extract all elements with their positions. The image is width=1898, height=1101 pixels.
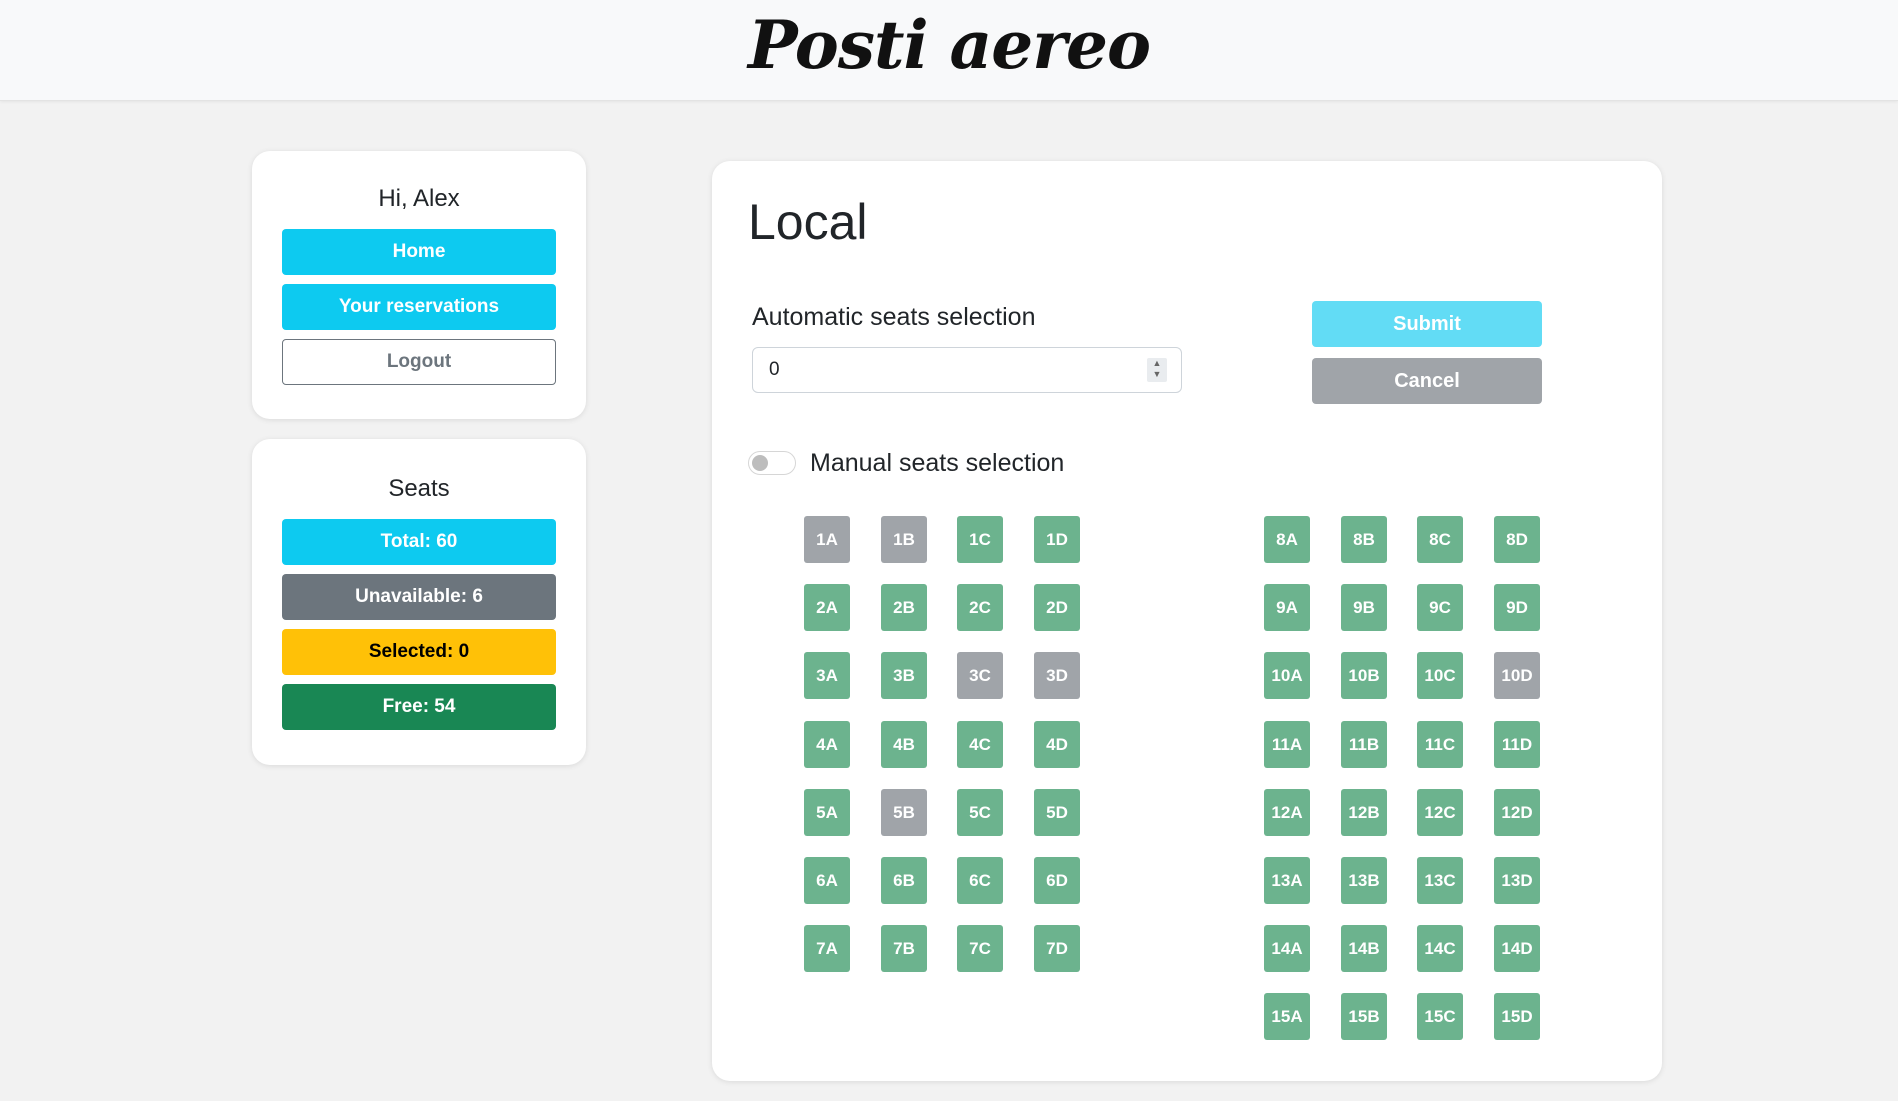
seat-8A[interactable]: 8A xyxy=(1264,516,1310,563)
seat-5D[interactable]: 5D xyxy=(1034,789,1080,836)
seat-10C[interactable]: 10C xyxy=(1417,652,1463,699)
logout-button[interactable]: Logout xyxy=(282,339,556,385)
seat-3D[interactable]: 3D xyxy=(1034,652,1080,699)
seat-6B[interactable]: 6B xyxy=(881,857,927,904)
user-panel: Hi, Alex Home Your reservations Logout xyxy=(252,151,586,419)
seat-2A[interactable]: 2A xyxy=(804,584,850,631)
seat-9C[interactable]: 9C xyxy=(1417,584,1463,631)
brand-title[interactable]: Posti aereo xyxy=(0,6,1898,84)
seat-10B[interactable]: 10B xyxy=(1341,652,1387,699)
seat-11A[interactable]: 11A xyxy=(1264,721,1310,768)
seat-11C[interactable]: 11C xyxy=(1417,721,1463,768)
seat-12C[interactable]: 12C xyxy=(1417,789,1463,836)
seat-12D[interactable]: 12D xyxy=(1494,789,1540,836)
seat-15D[interactable]: 15D xyxy=(1494,993,1540,1040)
seat-14B[interactable]: 14B xyxy=(1341,925,1387,972)
submit-button[interactable]: Submit xyxy=(1312,301,1542,347)
number-spinner-icon[interactable]: ▲ ▼ xyxy=(1147,358,1167,382)
seat-4A[interactable]: 4A xyxy=(804,721,850,768)
seat-3B[interactable]: 3B xyxy=(881,652,927,699)
seat-13D[interactable]: 13D xyxy=(1494,857,1540,904)
total-seats-badge: Total: 60 xyxy=(282,519,556,565)
manual-selection-toggle[interactable] xyxy=(748,451,796,475)
seat-5C[interactable]: 5C xyxy=(957,789,1003,836)
seat-9D[interactable]: 9D xyxy=(1494,584,1540,631)
seat-9B[interactable]: 9B xyxy=(1341,584,1387,631)
seat-3A[interactable]: 3A xyxy=(804,652,850,699)
seat-2B[interactable]: 2B xyxy=(881,584,927,631)
seat-10D[interactable]: 10D xyxy=(1494,652,1540,699)
navbar: Posti aereo xyxy=(0,0,1898,101)
seat-14D[interactable]: 14D xyxy=(1494,925,1540,972)
seat-5B[interactable]: 5B xyxy=(881,789,927,836)
seat-12B[interactable]: 12B xyxy=(1341,789,1387,836)
seat-7B[interactable]: 7B xyxy=(881,925,927,972)
seat-11D[interactable]: 11D xyxy=(1494,721,1540,768)
seat-4C[interactable]: 4C xyxy=(957,721,1003,768)
seat-14C[interactable]: 14C xyxy=(1417,925,1463,972)
seat-1D[interactable]: 1D xyxy=(1034,516,1080,563)
toggle-knob xyxy=(752,455,768,471)
seat-1C[interactable]: 1C xyxy=(957,516,1003,563)
seat-6C[interactable]: 6C xyxy=(957,857,1003,904)
seat-1B[interactable]: 1B xyxy=(881,516,927,563)
seat-7A[interactable]: 7A xyxy=(804,925,850,972)
seat-count-value: 0 xyxy=(769,359,780,380)
seat-2C[interactable]: 2C xyxy=(957,584,1003,631)
seat-5A[interactable]: 5A xyxy=(804,789,850,836)
seat-14A[interactable]: 14A xyxy=(1264,925,1310,972)
seat-13C[interactable]: 13C xyxy=(1417,857,1463,904)
seat-8C[interactable]: 8C xyxy=(1417,516,1463,563)
seat-1A[interactable]: 1A xyxy=(804,516,850,563)
section-title: Local xyxy=(748,194,868,250)
seat-4D[interactable]: 4D xyxy=(1034,721,1080,768)
seat-13B[interactable]: 13B xyxy=(1341,857,1387,904)
seat-7C[interactable]: 7C xyxy=(957,925,1003,972)
greeting: Hi, Alex xyxy=(378,185,460,212)
seats-summary-title: Seats xyxy=(388,475,450,502)
home-button[interactable]: Home xyxy=(282,229,556,275)
seat-15B[interactable]: 15B xyxy=(1341,993,1387,1040)
cancel-button[interactable]: Cancel xyxy=(1312,358,1542,404)
seat-3C[interactable]: 3C xyxy=(957,652,1003,699)
seat-13A[interactable]: 13A xyxy=(1264,857,1310,904)
seat-11B[interactable]: 11B xyxy=(1341,721,1387,768)
seat-6D[interactable]: 6D xyxy=(1034,857,1080,904)
seat-7D[interactable]: 7D xyxy=(1034,925,1080,972)
free-seats-badge: Free: 54 xyxy=(282,684,556,730)
automatic-selection-label: Automatic seats selection xyxy=(752,303,1036,331)
seat-6A[interactable]: 6A xyxy=(804,857,850,904)
manual-selection-label: Manual seats selection xyxy=(810,449,1065,477)
your-reservations-button[interactable]: Your reservations xyxy=(282,284,556,330)
seat-9A[interactable]: 9A xyxy=(1264,584,1310,631)
selected-seats-badge: Selected: 0 xyxy=(282,629,556,675)
seat-15A[interactable]: 15A xyxy=(1264,993,1310,1040)
seat-15C[interactable]: 15C xyxy=(1417,993,1463,1040)
seat-2D[interactable]: 2D xyxy=(1034,584,1080,631)
seats-summary-panel: Seats Total: 60 Unavailable: 6 Selected:… xyxy=(252,439,586,765)
seat-10A[interactable]: 10A xyxy=(1264,652,1310,699)
seat-4B[interactable]: 4B xyxy=(881,721,927,768)
seat-count-input[interactable]: 0 ▲ ▼ xyxy=(752,347,1182,393)
seat-8D[interactable]: 8D xyxy=(1494,516,1540,563)
unavailable-seats-badge: Unavailable: 6 xyxy=(282,574,556,620)
seat-8B[interactable]: 8B xyxy=(1341,516,1387,563)
reservation-panel: Local Automatic seats selection 0 ▲ ▼ Sub… xyxy=(712,161,1662,1081)
seat-12A[interactable]: 12A xyxy=(1264,789,1310,836)
